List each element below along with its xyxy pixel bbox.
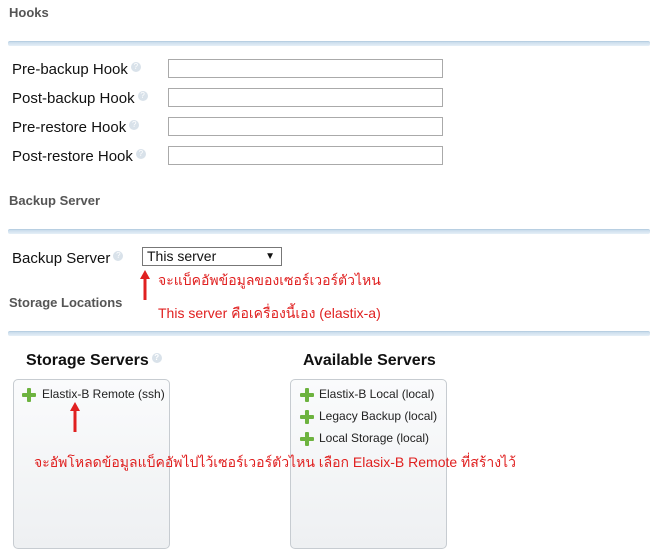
separator [8,41,650,46]
hook-label-text: Pre-backup Hook [12,61,128,78]
backup-server-label: Backup Server? [12,250,124,267]
hook-label-text: Post-restore Hook [12,148,133,165]
plus-icon[interactable] [300,410,314,424]
section-title-storage-locations: Storage Locations [9,295,123,310]
hook-label-text: Post-backup Hook [12,90,135,107]
available-server-item[interactable]: Legacy Backup (local) [319,409,437,423]
pre-restore-hook-input[interactable] [168,117,443,136]
section-title-hooks: Hooks [9,5,49,20]
backup-server-selected-value: This server [147,248,217,264]
post-backup-hook-input[interactable] [168,88,443,107]
storage-servers-title: Storage Servers? [26,352,162,370]
hook-label-pre-restore: Pre-restore Hook? [12,119,140,136]
arrow-up-icon [140,270,150,300]
annotation-storage-note: จะอัพโหลดข้อมูลแบ็คอัพไปไว้เซอร์เวอร์ตัว… [34,454,516,470]
storage-servers-title-text: Storage Servers [26,352,149,369]
separator [8,331,650,336]
storage-server-item[interactable]: Elastix-B Remote (ssh) [42,387,165,401]
hook-label-post-backup: Post-backup Hook? [12,90,148,107]
help-icon[interactable]: ? [113,251,124,261]
hook-label-post-restore: Post-restore Hook? [12,148,146,165]
help-icon[interactable]: ? [135,149,146,159]
backup-server-select[interactable]: This server ▼ [142,247,282,266]
section-title-backup-server: Backup Server [9,193,101,208]
plus-icon[interactable] [22,388,36,402]
post-restore-hook-input[interactable] [168,146,443,165]
available-server-item[interactable]: Local Storage (local) [319,431,429,445]
plus-icon[interactable] [300,432,314,446]
help-icon[interactable]: ? [130,62,141,72]
separator [8,229,650,234]
pre-backup-hook-input[interactable] [168,59,443,78]
available-servers-title: Available Servers [303,352,436,369]
help-icon[interactable]: ? [151,353,162,363]
available-server-item[interactable]: Elastix-B Local (local) [319,387,434,401]
caret-down-icon: ▼ [265,251,275,262]
annotation-server-answer: This server คือเครื่องนี้เอง (elastix-a) [158,305,381,321]
hook-label-pre-backup: Pre-backup Hook? [12,61,141,78]
arrow-up-icon [70,402,80,432]
annotation-server-question: จะแบ็คอัพข้อมูลของเซอร์เวอร์ตัวไหน [158,272,381,288]
hook-label-text: Pre-restore Hook [12,119,127,136]
backup-server-label-text: Backup Server [12,250,111,267]
help-icon[interactable]: ? [129,120,140,130]
help-icon[interactable]: ? [137,91,148,101]
plus-icon[interactable] [300,388,314,402]
